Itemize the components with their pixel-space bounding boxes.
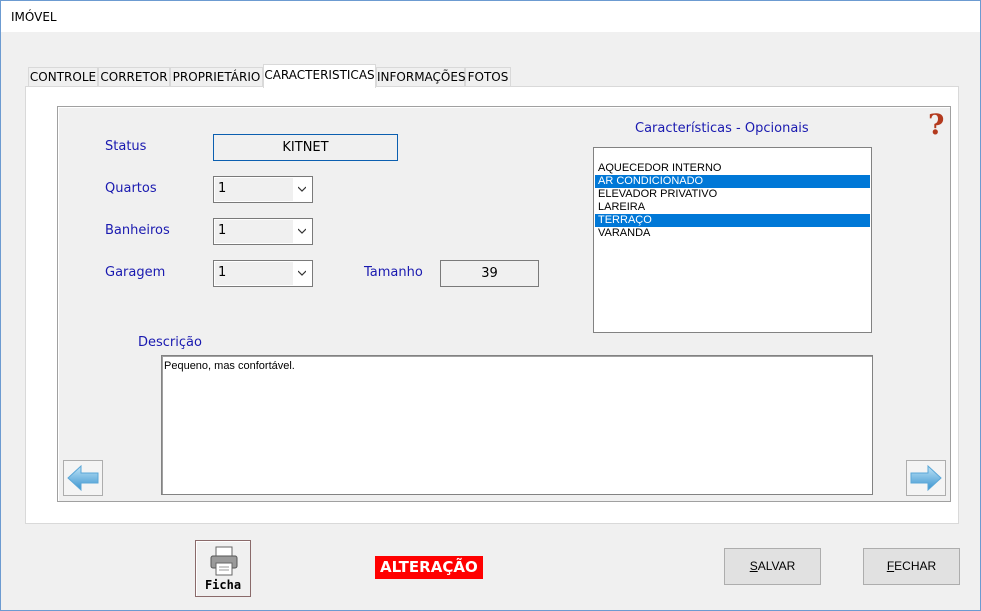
chevron-down-icon bbox=[298, 228, 306, 234]
banheiros-value: 1 bbox=[215, 220, 293, 243]
tab-controle[interactable]: CONTROLE bbox=[28, 67, 98, 87]
caracteristicas-list[interactable]: AQUECEDOR INTERNO AR CONDICIONADO ELEVAD… bbox=[593, 147, 872, 333]
tab-informacoes[interactable]: INFORMAÇÕES bbox=[376, 67, 466, 87]
list-item[interactable]: TERRAÇO bbox=[595, 214, 870, 227]
garagem-label: Garagem bbox=[105, 265, 166, 280]
list-item[interactable]: AQUECEDOR INTERNO bbox=[595, 162, 870, 175]
garagem-combo[interactable]: 1 bbox=[213, 260, 313, 287]
tab-caracteristicas[interactable]: CARACTERISTICAS bbox=[263, 64, 376, 88]
list-item[interactable]: AR CONDICIONADO bbox=[595, 175, 870, 188]
previous-button[interactable] bbox=[63, 460, 103, 496]
question-mark-icon[interactable]: ? bbox=[928, 108, 944, 141]
quartos-combo[interactable]: 1 bbox=[213, 176, 313, 203]
tamanho-field[interactable]: 39 bbox=[440, 260, 539, 287]
chevron-down-icon bbox=[298, 186, 306, 192]
tab-corretor[interactable]: CORRETOR bbox=[98, 67, 170, 87]
window-title: IMÓVEL bbox=[11, 10, 57, 24]
tamanho-label: Tamanho bbox=[364, 265, 423, 280]
title-bar: IMÓVEL bbox=[1, 1, 980, 32]
next-button[interactable] bbox=[906, 460, 946, 496]
banheiros-combo[interactable]: 1 bbox=[213, 218, 313, 245]
ficha-button[interactable]: Ficha bbox=[195, 540, 251, 597]
status-field[interactable]: KITNET bbox=[213, 134, 398, 161]
garagem-value: 1 bbox=[215, 262, 293, 285]
chevron-down-icon bbox=[298, 270, 306, 276]
status-badge: ALTERAÇÃO bbox=[375, 556, 483, 579]
descricao-label: Descrição bbox=[138, 335, 202, 350]
list-item[interactable]: VARANDA bbox=[595, 227, 870, 240]
arrow-left-icon bbox=[67, 464, 99, 492]
caracteristicas-title: Características - Opcionais bbox=[635, 121, 809, 136]
tab-proprietario[interactable]: PROPRIETÁRIO bbox=[170, 67, 263, 87]
quartos-label: Quartos bbox=[105, 181, 157, 196]
descricao-textarea[interactable]: Pequeno, mas confortável. bbox=[161, 355, 873, 495]
quartos-value: 1 bbox=[215, 178, 293, 201]
list-item[interactable]: ELEVADOR PRIVATIVO bbox=[595, 188, 870, 201]
close-label: ECHAR bbox=[894, 559, 937, 573]
close-button[interactable]: FECHAR bbox=[863, 548, 960, 585]
arrow-right-icon bbox=[910, 464, 942, 492]
banheiros-label: Banheiros bbox=[105, 223, 170, 238]
save-label: ALVAR bbox=[757, 559, 796, 573]
save-button[interactable]: SALVAR bbox=[724, 548, 821, 585]
printer-icon bbox=[210, 546, 238, 576]
list-item[interactable]: LAREIRA bbox=[595, 201, 870, 214]
save-accelerator: S bbox=[749, 559, 758, 573]
status-label: Status bbox=[105, 139, 147, 154]
tab-fotos[interactable]: FOTOS bbox=[465, 67, 511, 87]
ficha-label: Ficha bbox=[204, 578, 242, 592]
